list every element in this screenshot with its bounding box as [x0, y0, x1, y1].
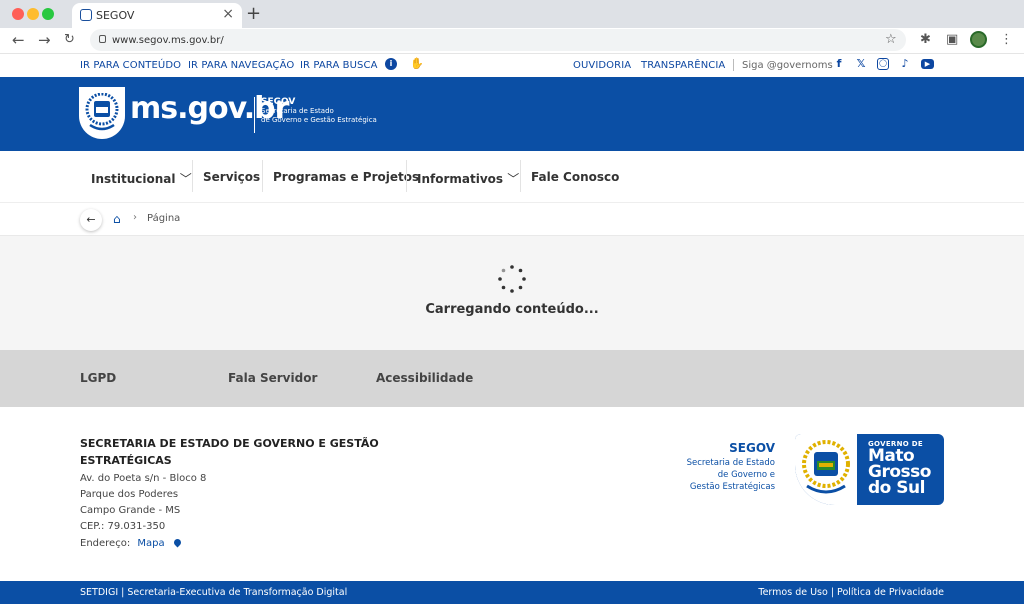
divider: [733, 59, 734, 71]
tab-title: SEGOV: [96, 9, 135, 22]
address-bar[interactable]: www.segov.ms.gov.br/: [90, 29, 906, 51]
url-text: www.segov.ms.gov.br/: [112, 34, 224, 46]
government-logo[interactable]: GOVERNO DE Mato Grosso do Sul: [795, 434, 944, 505]
nav-item-programas[interactable]: Programas e Projetos: [273, 170, 419, 184]
address-line: Av. do Poeta s/n - Bloco 8: [80, 473, 207, 484]
loading-spinner-icon: [498, 265, 526, 293]
breadcrumb: ← ⌂ › Página: [0, 203, 1024, 236]
nav-item-fale-conosco[interactable]: Fale Conosco: [531, 170, 619, 184]
breadcrumb-current: Página: [147, 213, 181, 224]
nav-label: Institucional: [91, 172, 176, 186]
segov-line: de Governo e: [717, 470, 775, 480]
transparencia-link[interactable]: TRANSPARÊNCIA: [641, 60, 725, 71]
profile-avatar[interactable]: [970, 31, 987, 48]
bookmark-star-icon[interactable]: ☆: [885, 32, 897, 47]
follow-label: Siga @governoms: [742, 60, 833, 71]
government-wordmark: GOVERNO DE Mato Grosso do Sul: [868, 440, 931, 498]
accessibility-bar: IR PARA CONTEÚDO IR PARA NAVEGAÇÃO IR PA…: [0, 54, 1024, 77]
nav-item-servicos[interactable]: Serviços: [203, 170, 260, 184]
site-favicon-icon: [80, 9, 92, 21]
sign-language-icon[interactable]: ✋: [410, 58, 424, 70]
segov-line: Secretaria de Estado: [686, 458, 775, 468]
org-abbr: SEGOV: [261, 97, 296, 107]
setdigi-link[interactable]: SETDIGI | Secretaria-Executiva de Transf…: [80, 587, 347, 598]
nav-divider: [406, 160, 407, 192]
extensions-icon[interactable]: ✱: [920, 32, 931, 47]
address-line: CEP.: 79.031-350: [80, 521, 166, 532]
chevron-down-icon: ﹀: [507, 172, 520, 186]
footer-title: SECRETARIA DE ESTADO DE GOVERNO E GESTÃO…: [80, 437, 379, 467]
youtube-icon[interactable]: ▶: [921, 59, 934, 69]
header-divider: [254, 97, 255, 133]
content-loading-area: Carregando conteúdo...: [0, 236, 1024, 350]
tiktok-icon[interactable]: ♪: [899, 58, 911, 70]
acessibilidade-link[interactable]: Acessibilidade: [376, 371, 473, 385]
org-name-line-1: Secretaria de Estado: [261, 107, 334, 115]
main-navigation: Institucional ﹀ Serviços Programas e Pro…: [0, 151, 1024, 203]
lgpd-link[interactable]: LGPD: [80, 371, 116, 385]
close-window-icon[interactable]: [12, 8, 24, 20]
coat-of-arms-icon: [85, 93, 119, 131]
side-panel-icon[interactable]: ▣: [946, 32, 958, 47]
address-line: Parque dos Poderes: [80, 489, 179, 500]
coat-of-arms-logo[interactable]: [79, 87, 125, 139]
org-name: SEGOV Secretaria de Estado de Governo e …: [261, 97, 377, 125]
address-map: Endereço: Mapa: [80, 537, 183, 549]
instagram-icon[interactable]: ◯: [877, 58, 889, 70]
skip-to-search-link[interactable]: IR PARA BUSCA: [300, 60, 378, 71]
map-pin-icon: [172, 537, 183, 548]
back-arrow-icon[interactable]: ←: [12, 31, 25, 49]
minimize-window-icon[interactable]: [27, 8, 39, 20]
address-line: Campo Grande - MS: [80, 505, 181, 516]
skip-to-content-link[interactable]: IR PARA CONTEÚDO: [80, 60, 181, 71]
segov-footer-logo: SEGOV Secretaria de Estado de Governo e …: [620, 441, 775, 493]
fala-servidor-link[interactable]: Fala Servidor: [228, 371, 317, 385]
nav-divider: [262, 160, 263, 192]
ouvidoria-link[interactable]: OUVIDORIA: [573, 60, 631, 71]
chevron-down-icon: ﹀: [179, 172, 192, 186]
nav-label: Informativos: [417, 172, 504, 186]
browser-tab[interactable]: SEGOV ×: [72, 3, 242, 28]
close-tab-icon[interactable]: ×: [222, 6, 234, 22]
home-icon[interactable]: ⌂: [113, 212, 121, 226]
lock-icon: [99, 35, 106, 43]
state-coat-of-arms-icon: [795, 434, 857, 505]
x-icon[interactable]: 𝕏: [855, 58, 867, 70]
gov-line: do Sul: [868, 478, 925, 498]
maximize-window-icon[interactable]: [42, 8, 54, 20]
map-label: Endereço:: [80, 538, 131, 549]
bottom-bar: SETDIGI | Secretaria-Executiva de Transf…: [0, 581, 1024, 604]
arrow-left-icon: ←: [86, 213, 96, 226]
back-button[interactable]: ←: [80, 209, 102, 231]
browser-tab-strip: SEGOV × +: [0, 0, 1024, 28]
browser-toolbar: ← → ↻ www.segov.ms.gov.br/ ☆ ✱ ▣ ⋮: [0, 28, 1024, 54]
nav-item-institucional[interactable]: Institucional ﹀: [91, 170, 192, 187]
new-tab-icon[interactable]: +: [246, 3, 261, 24]
facebook-icon[interactable]: f: [833, 58, 845, 70]
segov-line: Gestão Estratégicas: [689, 482, 775, 492]
site-header: ms.gov.br SEGOV Secretaria de Estado de …: [0, 77, 1024, 151]
skip-to-nav-link[interactable]: IR PARA NAVEGAÇÃO: [188, 60, 294, 71]
loading-text: Carregando conteúdo...: [425, 302, 599, 317]
menu-kebab-icon[interactable]: ⋮: [1000, 32, 1013, 47]
map-link[interactable]: Mapa: [137, 538, 164, 549]
nav-divider: [520, 160, 521, 192]
segov-abbr: SEGOV: [729, 441, 775, 455]
reload-icon[interactable]: ↻: [64, 32, 75, 47]
terms-privacy-links[interactable]: Termos de Uso | Política de Privacidade: [758, 587, 944, 598]
site-footer: SECRETARIA DE ESTADO DE GOVERNO E GESTÃO…: [0, 407, 1024, 581]
nav-item-informativos[interactable]: Informativos ﹀: [417, 170, 519, 187]
org-name-line-2: de Governo e Gestão Estratégica: [261, 116, 377, 124]
footer-links: LGPD Fala Servidor Acessibilidade: [0, 350, 1024, 407]
nav-divider: [192, 160, 193, 192]
accessibility-icon[interactable]: i: [385, 58, 397, 70]
forward-arrow-icon[interactable]: →: [38, 31, 51, 49]
chevron-right-icon: ›: [133, 212, 137, 223]
